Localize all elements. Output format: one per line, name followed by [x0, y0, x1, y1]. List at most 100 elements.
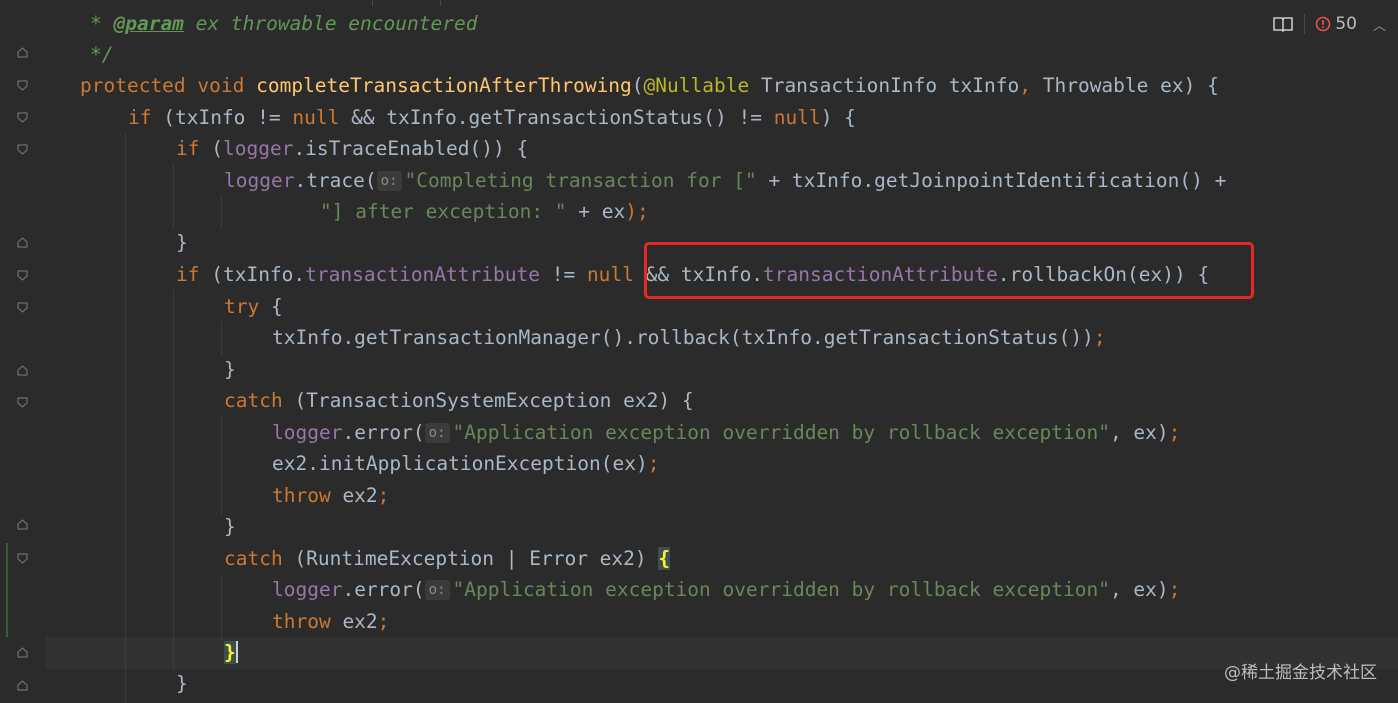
indent-guide: [125, 133, 126, 703]
fold-end-icon[interactable]: [17, 365, 28, 376]
code-line-12[interactable]: }: [224, 354, 236, 385]
code-line-15[interactable]: ex2.initApplicationException(ex);: [272, 448, 659, 479]
punctuation: ;: [647, 452, 660, 475]
code-line-4[interactable]: if (txInfo != null && txInfo.getTransact…: [128, 102, 856, 133]
code-editor[interactable]: * @param ex throwable encountered */ pro…: [0, 0, 1398, 703]
matched-brace: }: [224, 641, 236, 664]
code-text: .trace(: [294, 169, 377, 192]
code-line-2[interactable]: */: [90, 39, 113, 70]
code-line-3[interactable]: protected void completeTransactionAfterT…: [80, 70, 1219, 101]
code-line-14[interactable]: logger.error(o: "Application exception ov…: [272, 417, 1180, 448]
comment-text: ex throwable encountered: [183, 12, 478, 35]
chevron-up-icon[interactable]: ︿: [1373, 15, 1386, 34]
code-line-22[interactable]: }: [176, 668, 188, 699]
watermark: @稀土掘金技术社区: [1224, 663, 1377, 683]
fold-start-icon[interactable]: [17, 112, 28, 123]
keyword: if: [128, 106, 164, 129]
code-text: .error(: [342, 578, 425, 601]
error-count: 50: [1335, 14, 1357, 34]
code-line-1[interactable]: * @param ex throwable encountered: [90, 8, 477, 39]
keyword: try: [224, 295, 260, 318]
code-text: + txInfo.getJoinpointIdentification() +: [756, 169, 1227, 192]
error-indicator[interactable]: 50: [1315, 14, 1357, 34]
code-line-18[interactable]: catch (RuntimeException | Error ex2) {: [224, 543, 671, 574]
code-line-13[interactable]: catch (TransactionSystemException ex2) {: [224, 385, 694, 416]
field: logger: [222, 137, 294, 160]
matched-brace: {: [658, 547, 671, 570]
code-text: {: [259, 295, 283, 318]
code-line-19[interactable]: logger.error(o: "Application exception ov…: [272, 574, 1180, 605]
parameter-hint: o:: [376, 171, 402, 191]
code-text: (RuntimeException | Error ex2): [282, 547, 659, 570]
annotation: @Nullable: [643, 74, 750, 97]
editor-toolbar: 50 ︿: [1272, 14, 1386, 34]
code-text: }: [224, 358, 236, 381]
code-text: .error(: [342, 421, 425, 444]
code-text: }: [224, 515, 236, 538]
code-text: }: [176, 231, 188, 254]
parameter-hint: o:: [424, 580, 450, 600]
fold-end-icon[interactable]: [17, 519, 28, 530]
keyword: null: [586, 263, 634, 286]
keyword: throw: [272, 610, 331, 633]
code-text: (txInfo.: [211, 263, 306, 286]
code-line-6[interactable]: logger.trace(o: "Completing transaction f…: [224, 165, 1226, 196]
code-line-20[interactable]: throw ex2;: [272, 606, 389, 637]
punctuation: ;: [1093, 326, 1106, 349]
fold-end-icon[interactable]: [17, 647, 28, 658]
fold-end-icon[interactable]: [17, 47, 28, 58]
keyword: if: [176, 137, 212, 160]
punctuation: ;: [1168, 578, 1181, 601]
code-text: Throwable ex) {: [1042, 74, 1219, 97]
string-literal: "Application exception overridden by rol…: [452, 421, 1110, 444]
fold-end-icon[interactable]: [17, 680, 28, 691]
keyword: throw: [272, 484, 331, 507]
keyword: catch: [224, 547, 283, 570]
punctuation: ,: [1019, 74, 1043, 97]
code-line-11[interactable]: txInfo.getTransactionManager().rollback(…: [272, 322, 1106, 353]
fold-start-icon[interactable]: [17, 302, 28, 313]
indent-guide: [173, 163, 174, 229]
code-text: }: [176, 672, 188, 695]
editor-gutter: [0, 0, 46, 703]
toolbar-separator: [1304, 14, 1306, 34]
code-line-10[interactable]: try {: [224, 291, 283, 322]
code-line-7[interactable]: "] after exception: " + ex);: [320, 196, 649, 227]
string-literal: "Application exception overridden by rol…: [452, 578, 1110, 601]
keyword: catch: [224, 389, 283, 412]
code-text: && txInfo.getTransactionStatus() !=: [339, 106, 774, 129]
change-marker: [6, 543, 8, 637]
field: logger: [272, 421, 343, 444]
fold-end-icon[interactable]: [17, 237, 28, 248]
highlight-annotation-box: [644, 242, 1254, 299]
fold-start-icon[interactable]: [17, 144, 28, 155]
code-text: (: [211, 137, 223, 160]
fold-start-icon[interactable]: [17, 270, 28, 281]
error-icon: [1316, 16, 1331, 32]
code-text: ex2: [330, 484, 378, 507]
code-line-16[interactable]: throw ex2;: [272, 480, 389, 511]
indent-guide: [221, 322, 222, 356]
indent-guide: [221, 417, 222, 515]
keyword: if: [176, 263, 212, 286]
code-line-5[interactable]: if (logger.isTraceEnabled()) {: [176, 133, 528, 164]
indent-guide: [173, 290, 174, 670]
fold-start-icon[interactable]: [17, 553, 28, 564]
string-literal: "Completing transaction for [": [404, 169, 757, 192]
keyword: null: [773, 106, 821, 129]
parameter-hint: o:: [424, 423, 450, 443]
keyword: null: [292, 106, 340, 129]
indent-guide: [221, 575, 222, 639]
fold-start-icon[interactable]: [17, 80, 28, 91]
code-line-21[interactable]: }: [224, 637, 238, 668]
tab-separator: [372, 0, 373, 6]
field: logger: [272, 578, 343, 601]
code-line-17[interactable]: }: [224, 511, 236, 542]
code-text: + ex: [566, 200, 626, 223]
code-line-8[interactable]: }: [176, 227, 188, 258]
fold-start-icon[interactable]: [17, 397, 28, 408]
book-icon[interactable]: [1272, 15, 1294, 33]
field: transactionAttribute: [305, 263, 540, 286]
punctuation: ;: [377, 610, 390, 633]
tab-separator: [440, 0, 441, 6]
